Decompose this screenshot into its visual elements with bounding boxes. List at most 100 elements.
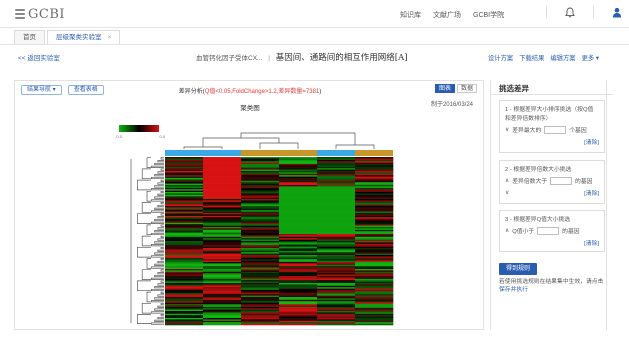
- chevron-down-icon[interactable]: ∨: [505, 190, 509, 196]
- filter-panel: 挑选差异 1 - 根据差异大小排序挑选（按Q值和差异倍数排序） ∨ 差异最大的 …: [490, 80, 613, 330]
- row-dendrogram-branch: [157, 305, 164, 308]
- logo-text: GCBI: [28, 6, 66, 22]
- back-to-lab-link[interactable]: << 返回实验室: [18, 52, 60, 62]
- edit-plan-link[interactable]: 编辑方案: [550, 53, 575, 62]
- filter-box-qvalue-unit: 的基因: [562, 229, 580, 235]
- nav-item-academy[interactable]: GCBI学院: [473, 10, 504, 20]
- row-dendrogram-branch: [151, 322, 164, 325]
- filter-box-size-label: 差异最大的: [512, 128, 542, 134]
- heatmap-chart: [130, 132, 394, 326]
- row-dendrogram-branch: [157, 182, 164, 185]
- row-dendrogram-branch: [154, 252, 164, 255]
- filter-title: 挑选差异: [499, 84, 529, 93]
- row-dendrogram-branch: [151, 165, 164, 168]
- row-dendrogram-branch: [157, 238, 164, 241]
- page-title-main: 基因间、通路间的相互作用网络[A]: [275, 53, 408, 63]
- filter-box-fold: 2 - 根据差异倍数大小挑选 ∧ 差异倍数大于 的基因 ∨ [清除]: [499, 160, 605, 204]
- row-dendrogram-branch: [151, 244, 164, 247]
- filter-box-qvalue-text: 3 - 根据差异Q值大小挑选: [505, 217, 571, 223]
- tab-cluster-lab-label: 层级聚类实验室: [56, 34, 102, 41]
- column-dendrogram-branch: [183, 146, 223, 149]
- row-dendrogram-branch: [151, 266, 164, 269]
- heatmap-cell: [203, 323, 242, 326]
- row-dendrogram-branch: [157, 294, 164, 297]
- tab-strip: 首页 层级聚类实验室 ×: [14, 30, 122, 44]
- row-dendrogram-branch: [151, 311, 164, 314]
- apply-rule-button[interactable]: 得到规则: [499, 263, 538, 275]
- row-dendrogram-branch: [151, 232, 164, 236]
- filter-divider: [491, 94, 613, 95]
- row-dendrogram-branch: [160, 235, 164, 238]
- page-title-prefix: 血管钙化因子受体CX...: [196, 55, 263, 62]
- tab-home-label: 首页: [23, 34, 36, 41]
- row-dendrogram-branch: [154, 162, 164, 166]
- user-icon[interactable]: [612, 7, 622, 18]
- row-dendrogram-branch: [137, 179, 151, 191]
- group-bar-cell: [355, 150, 393, 156]
- row-dendrogram-branch: [160, 224, 164, 227]
- nav-item-literature[interactable]: 文献广场: [433, 10, 461, 20]
- row-dendrogram-branch: [151, 176, 164, 180]
- nav-item-knowledge[interactable]: 知识库: [400, 10, 421, 20]
- row-dendrogram-branch: [157, 260, 164, 264]
- chevron-up-icon[interactable]: ∧: [505, 178, 509, 184]
- filter-box-fold-label: 差异倍数大于: [512, 179, 548, 185]
- row-dendrogram-branch: [157, 316, 164, 320]
- top-nav: 知识库 文献广场 GCBI学院: [400, 10, 504, 20]
- top-n-input[interactable]: [544, 125, 567, 134]
- row-dendrogram-branch: [146, 258, 151, 269]
- row-dendrogram-branch: [154, 319, 164, 322]
- row-dendrogram-branch: [160, 213, 164, 216]
- row-dendrogram-branch: [151, 300, 164, 303]
- design-plan-link[interactable]: 设计方案: [488, 53, 513, 62]
- row-dendrogram-branch: [154, 297, 164, 300]
- row-dendrogram-branch: [154, 207, 164, 210]
- group-bar-cell: [279, 150, 317, 156]
- row-dendrogram-branch: [154, 274, 164, 278]
- row-dendrogram-branch: [160, 190, 164, 194]
- chevron-up-icon[interactable]: ∧: [505, 228, 509, 234]
- row-dendrogram-branch: [157, 216, 164, 219]
- filter-box-size: 1 - 根据差异大小排序挑选（按Q值和差异倍数排序） ∨ 差异最大的 个基因 […: [499, 100, 605, 153]
- row-dendrogram-branch: [160, 269, 164, 272]
- row-dendrogram-branch: [160, 258, 164, 261]
- clear-qvalue-link[interactable]: [清除]: [505, 238, 599, 247]
- row-dendrogram-branch: [157, 193, 164, 196]
- row-dendrogram-branch: [151, 210, 164, 213]
- sub-header: << 返回实验室 血管钙化因子受体CX... | 基因间、通路间的相互作用网络[…: [0, 45, 629, 67]
- logo[interactable]: GCBI: [14, 6, 65, 22]
- group-bar-cell: [203, 150, 241, 156]
- filter-box-qvalue: 3 - 根据差异Q值大小挑选 ∧ Q值小于 的基因 [清除]: [499, 210, 605, 252]
- top-bar: GCBI 知识库 文献广场 GCBI学院: [0, 0, 629, 28]
- chevron-down-icon[interactable]: ∨: [505, 127, 509, 133]
- row-dendrogram-branch: [141, 269, 151, 280]
- close-icon[interactable]: ×: [108, 34, 112, 41]
- q-value-input[interactable]: [537, 226, 560, 235]
- filter-box-size-row: ∨ 差异最大的 个基因: [505, 125, 599, 134]
- heatmap-cell: [355, 323, 394, 326]
- row-dendrogram-branch: [160, 291, 164, 294]
- tab-home[interactable]: 首页: [14, 30, 45, 44]
- clear-size-link[interactable]: [清除]: [505, 137, 599, 146]
- more-menu[interactable]: 更多 ▾: [582, 53, 600, 62]
- download-results-link[interactable]: 下载结果: [519, 53, 544, 62]
- fold-change-input[interactable]: [550, 176, 573, 185]
- bell-icon[interactable]: [565, 7, 575, 18]
- row-dendrogram-branch: [154, 263, 164, 266]
- column-dendrogram-branch: [335, 144, 375, 149]
- header-actions: 设计方案 下载结果 编辑方案 更多 ▾: [488, 53, 599, 62]
- row-dendrogram-branch: [154, 286, 164, 289]
- filter-box-size-unit: 个基因: [569, 128, 587, 134]
- row-dendrogram-branch: [151, 221, 164, 224]
- filter-box-fold-bottom: ∨ [清除]: [505, 188, 599, 198]
- tab-cluster-lab[interactable]: 层级聚类实验室 ×: [47, 30, 121, 44]
- row-dendrogram-branch: [157, 204, 164, 208]
- row-dendrogram-branch: [146, 190, 151, 202]
- divider: [593, 6, 594, 18]
- row-dendrogram-branch: [154, 218, 164, 222]
- save-execute-link[interactable]: 保存并执行: [499, 287, 528, 293]
- heatmap-cell: [279, 323, 318, 326]
- clear-fold-link[interactable]: [清除]: [584, 188, 599, 197]
- row-dendrogram-branch: [160, 314, 164, 317]
- filter-box-fold-row: ∧ 差异倍数大于 的基因: [505, 176, 599, 185]
